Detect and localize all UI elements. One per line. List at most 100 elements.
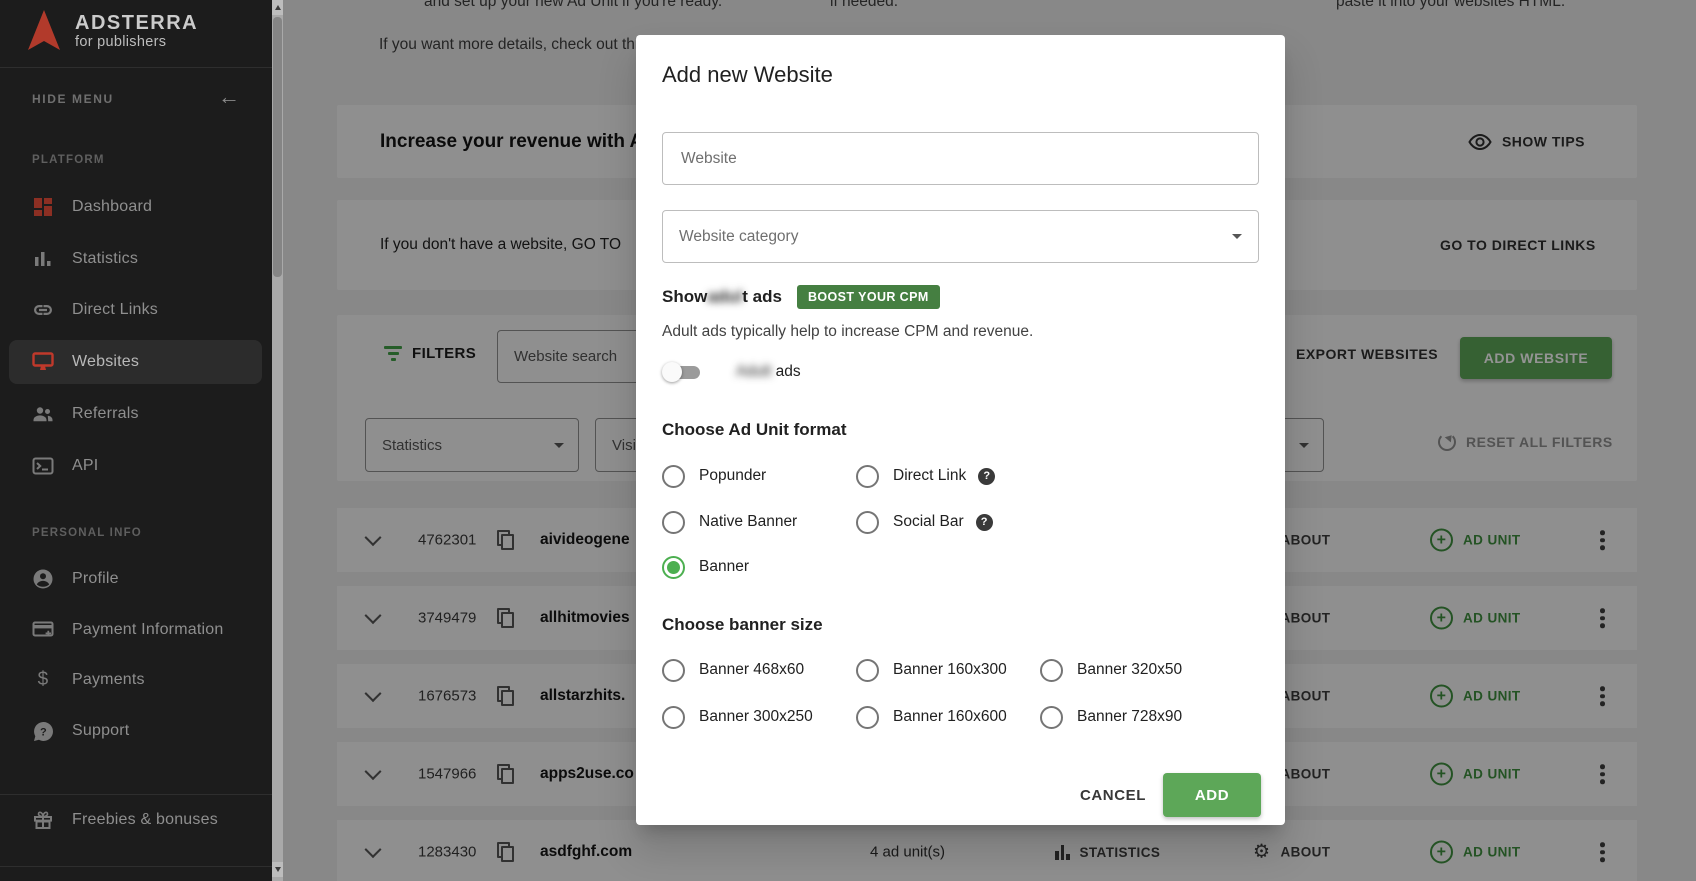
divider [0, 794, 272, 795]
radio-icon[interactable] [662, 511, 685, 534]
payment-card-icon [32, 619, 54, 641]
adult-ads-description: Adult ads typically help to increase CPM… [662, 323, 1033, 341]
sidebar-item-label: Payment Information [72, 621, 223, 639]
radio-banner-728x90[interactable]: Banner 728x90 [1040, 702, 1182, 732]
scroll-up-button[interactable] [272, 0, 283, 15]
sidebar-item-label: Freebies & bonuses [72, 811, 218, 829]
adult-heading-blurred: adul [707, 287, 742, 307]
radio-icon[interactable] [662, 465, 685, 488]
radio-social-bar[interactable]: Social Bar? [856, 507, 993, 537]
adult-ads-toggle-row: Adult ads [662, 359, 801, 385]
radio-banner-160x600[interactable]: Banner 160x600 [856, 702, 1007, 732]
sidebar: ADSTERRA for publishers HIDE MENU ← PLAT… [0, 0, 272, 881]
radio-icon[interactable] [856, 465, 879, 488]
sidebar-item-payments[interactable]: $ Payments [9, 658, 262, 702]
sidebar-item-label: Dashboard [72, 198, 152, 216]
sidebar-item-referrals[interactable]: Referrals [9, 392, 262, 436]
monitor-icon [32, 351, 54, 373]
banner-size-heading: Choose banner size [662, 615, 823, 635]
radio-icon[interactable] [856, 511, 879, 534]
format-row-3: Banner [662, 552, 1257, 582]
help-icon[interactable]: ? [978, 468, 995, 485]
scroll-down-button[interactable] [272, 862, 283, 877]
radio-banner-320x50[interactable]: Banner 320x50 [1040, 655, 1182, 685]
radio-icon[interactable] [662, 659, 685, 682]
svg-text:?: ? [40, 726, 47, 738]
radio-icon[interactable] [1040, 659, 1063, 682]
sidebar-item-support[interactable]: ? Support [9, 709, 262, 753]
sidebar-item-label: Support [72, 722, 129, 740]
hide-menu-button[interactable]: HIDE MENU [32, 88, 114, 110]
size-row-2: Banner 300x250 Banner 160x600 Banner 728… [662, 702, 1257, 732]
collapse-arrow-icon[interactable]: ← [218, 84, 240, 110]
sidebar-item-statistics[interactable]: Statistics [9, 237, 262, 281]
website-category-select[interactable]: Website category [662, 210, 1259, 263]
platform-section-header: PLATFORM [32, 154, 105, 166]
adsterra-logo-icon [26, 8, 62, 54]
format-row-2: Native Banner Social Bar? [662, 507, 1257, 537]
radio-banner[interactable]: Banner [662, 552, 749, 582]
dashboard-grid-icon [32, 196, 54, 218]
page-scrollbar[interactable] [272, 0, 283, 881]
toggle-thumb [662, 362, 682, 382]
boost-cpm-badge: BOOST YOUR CPM [797, 285, 940, 309]
radio-popunder[interactable]: Popunder [662, 461, 766, 491]
sidebar-item-label: Statistics [72, 250, 138, 268]
brand-name: ADSTERRA [75, 12, 198, 34]
help-icon[interactable]: ? [976, 514, 993, 531]
sidebar-item-payment-information[interactable]: Payment Information [9, 608, 262, 652]
add-website-modal: Add new Website Website category Show ad… [636, 35, 1285, 825]
gift-icon [32, 809, 54, 831]
radio-banner-468x60[interactable]: Banner 468x60 [662, 655, 804, 685]
help-icon: ? [32, 720, 54, 742]
chevron-down-icon [1232, 234, 1242, 239]
sidebar-item-profile[interactable]: Profile [9, 557, 262, 601]
divider [0, 866, 272, 867]
radio-icon[interactable] [1040, 706, 1063, 729]
website-field[interactable] [662, 132, 1259, 185]
website-category-placeholder: Website category [679, 228, 798, 246]
personal-section-header: PERSONAL INFO [32, 527, 142, 539]
format-heading: Choose Ad Unit format [662, 420, 846, 440]
adult-heading-prefix: Show [662, 287, 707, 307]
sidebar-item-label: Payments [72, 671, 145, 689]
sidebar-item-freebies[interactable]: Freebies & bonuses [9, 798, 262, 842]
sidebar-item-api[interactable]: API [9, 444, 262, 488]
radio-banner-300x250[interactable]: Banner 300x250 [662, 702, 813, 732]
scroll-up-icon [275, 5, 281, 10]
adult-ads-heading: Show adul t ads BOOST YOUR CPM [662, 285, 940, 309]
brand-tagline: for publishers [75, 34, 198, 50]
adult-heading-suffix: t ads [742, 287, 782, 307]
logo[interactable]: ADSTERRA for publishers [26, 8, 198, 54]
sidebar-item-direct-links[interactable]: Direct Links [9, 288, 262, 332]
sidebar-item-dashboard[interactable]: Dashboard [9, 185, 262, 229]
radio-icon[interactable] [662, 706, 685, 729]
bar-chart-icon [32, 248, 54, 270]
link-icon [32, 299, 54, 321]
radio-icon[interactable] [856, 706, 879, 729]
sidebar-item-label: Profile [72, 570, 119, 588]
scroll-down-icon [275, 867, 281, 872]
radio-direct-link[interactable]: Direct Link? [856, 461, 995, 491]
toggle-label-suffix: ads [771, 363, 800, 380]
people-icon [32, 403, 54, 425]
scrollbar-thumb[interactable] [273, 17, 282, 277]
sidebar-item-label: API [72, 457, 98, 475]
dollar-icon: $ [32, 669, 54, 691]
person-icon [32, 568, 54, 590]
size-row-1: Banner 468x60 Banner 160x300 Banner 320x… [662, 655, 1257, 685]
sidebar-item-label: Direct Links [72, 301, 158, 319]
radio-native-banner[interactable]: Native Banner [662, 507, 797, 537]
sidebar-item-websites[interactable]: Websites [9, 340, 262, 384]
toggle-label-blurred: Adult [736, 363, 771, 380]
terminal-icon [32, 455, 54, 477]
radio-banner-160x300[interactable]: Banner 160x300 [856, 655, 1007, 685]
modal-title: Add new Website [662, 62, 833, 88]
adult-ads-toggle-label: Adult ads [736, 363, 801, 381]
add-button[interactable]: ADD [1163, 773, 1261, 817]
cancel-button[interactable]: CANCEL [1070, 773, 1156, 817]
radio-icon[interactable] [856, 659, 879, 682]
website-input[interactable] [679, 149, 1223, 169]
radio-selected-icon[interactable] [662, 556, 685, 579]
adult-ads-toggle[interactable] [662, 359, 706, 385]
